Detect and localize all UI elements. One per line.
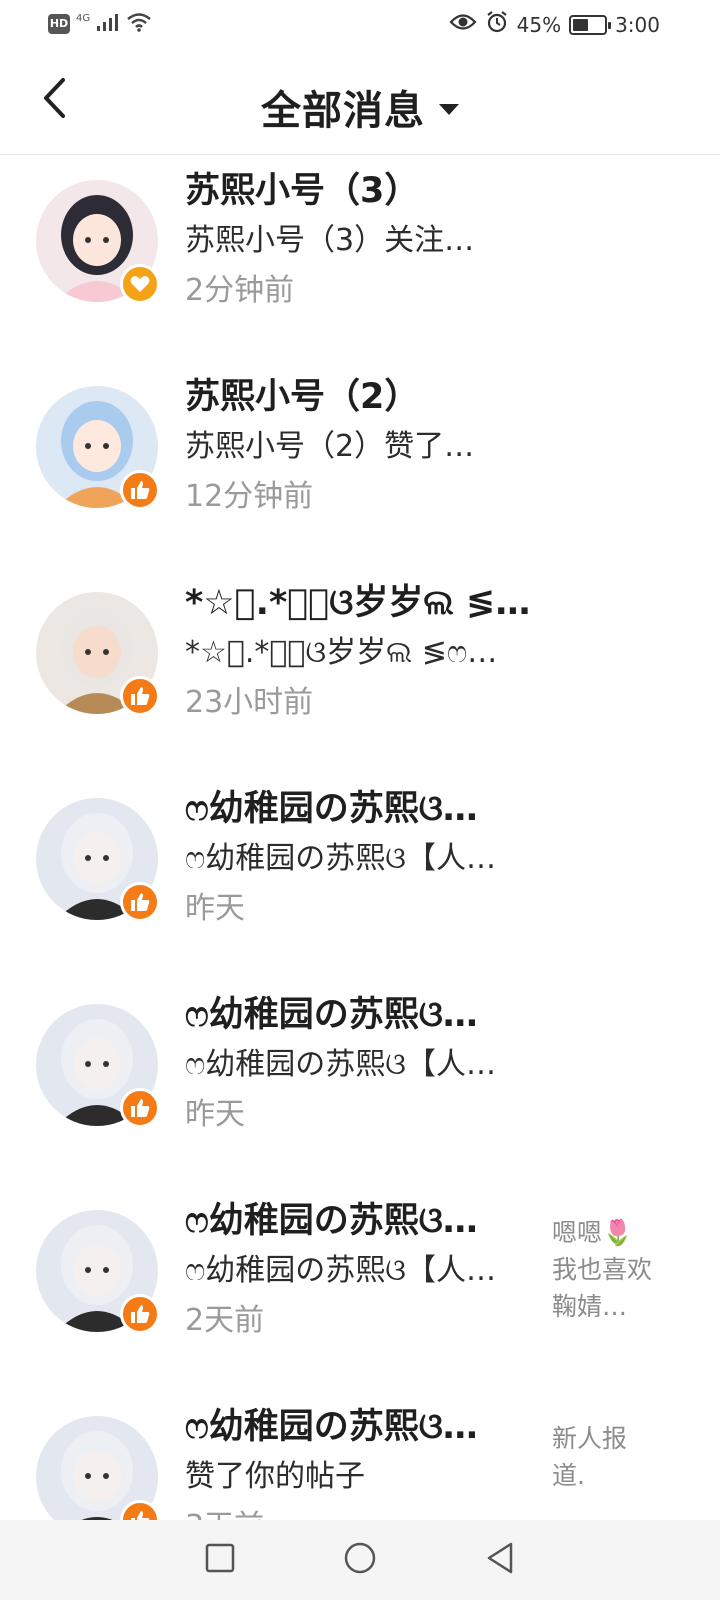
sender-name: *☆ﾟ.*･｡ଓ岁岁ଲ ≶… — [185, 583, 531, 623]
signal-icon — [96, 12, 120, 36]
message-item[interactable]: *☆ﾟ.*･｡ଓ岁岁ଲ ≶… *☆ﾟ.*･｡ଓ岁岁ଲ ≶ෆ… 23小时前 — [0, 568, 720, 774]
message-text: *☆ﾟ.*･｡ଓ岁岁ଲ ≶… *☆ﾟ.*･｡ଓ岁岁ଲ ≶ෆ… 23小时前 — [185, 578, 535, 728]
message-item[interactable]: 苏熙小号（2） 苏熙小号（2）赞了… 12分钟前 — [0, 362, 720, 568]
home-icon — [343, 1541, 377, 1579]
post-preview[interactable]: 新人报 道. — [552, 1420, 692, 1494]
heart-badge-icon — [120, 264, 160, 304]
hd-badge: HD — [48, 14, 70, 34]
message-time: 12分钟前 — [185, 479, 314, 514]
message-time: 23小时前 — [185, 685, 314, 720]
recent-apps-button[interactable] — [198, 1538, 242, 1582]
post-preview[interactable]: 嗯嗯🌷 我也喜欢 鞠婧… — [552, 1214, 692, 1325]
home-button[interactable] — [338, 1538, 382, 1582]
avatar-container[interactable] — [36, 1210, 160, 1334]
avatar-container[interactable] — [36, 1004, 160, 1128]
message-description: ෆ幼稚园の苏熙ଓ【人… — [185, 1047, 496, 1082]
message-description: 赞了你的帖子 — [185, 1459, 365, 1494]
sender-name: ෆ幼稚园の苏熙ଓ… — [185, 789, 478, 829]
message-description: 苏熙小号（3）关注… — [185, 223, 475, 258]
sender-name: ෆ幼稚园の苏熙ଓ… — [185, 1201, 478, 1241]
network-label: 4G — [76, 12, 91, 24]
message-time: 2分钟前 — [185, 273, 295, 308]
message-text: ෆ幼稚园の苏熙ଓ… ෆ幼稚园の苏熙ଓ【人… 昨天 — [185, 990, 535, 1140]
recent-apps-icon — [204, 1542, 236, 1578]
nav-back-button[interactable] — [478, 1538, 522, 1582]
system-nav-bar — [0, 1520, 720, 1600]
like-badge-icon — [120, 882, 160, 922]
clock: 3:00 — [615, 12, 660, 37]
avatar-container[interactable] — [36, 592, 160, 716]
message-item[interactable]: 苏熙小号（3） 苏熙小号（3）关注… 2分钟前 — [0, 156, 720, 362]
header: 全部消息 — [0, 50, 720, 155]
status-bar: HD 4G 45% 3:00 — [0, 0, 720, 50]
message-item[interactable]: ෆ幼稚园の苏熙ଓ… ෆ幼稚园の苏熙ଓ【人… 昨天 — [0, 774, 720, 980]
message-time: 2天前 — [185, 1303, 265, 1338]
message-time: 昨天 — [185, 891, 245, 926]
message-item[interactable]: ෆ幼稚园の苏熙ଓ… ෆ幼稚园の苏熙ଓ【人… 昨天 — [0, 980, 720, 1186]
message-description: *☆ﾟ.*･｡ଓ岁岁ଲ ≶ෆ… — [185, 635, 498, 670]
battery-percent: 45% — [516, 12, 562, 37]
page-title: 全部消息 — [261, 88, 425, 134]
sender-name: ෆ幼稚园の苏熙ଓ… — [185, 1407, 478, 1447]
message-description: ෆ幼稚园の苏熙ଓ【人… — [185, 1253, 496, 1288]
like-badge-icon — [120, 1294, 160, 1334]
wifi-icon — [126, 12, 152, 36]
message-item[interactable]: ෆ幼稚园の苏熙ଓ… ෆ幼稚园の苏熙ଓ【人… 2天前 嗯嗯🌷 我也喜欢 鞠婧… — [0, 1186, 720, 1392]
avatar-container[interactable] — [36, 386, 160, 510]
message-description: 苏熙小号（2）赞了… — [185, 429, 475, 464]
message-text: 苏熙小号（3） 苏熙小号（3）关注… 2分钟前 — [185, 166, 535, 316]
screen: HD 4G 45% 3:00 全部消息 苏熙小号（3） 苏熙小号（3）关注… 2… — [0, 0, 720, 1600]
eye-icon — [449, 12, 477, 37]
back-icon — [484, 1541, 516, 1579]
status-right: 45% 3:00 — [449, 10, 660, 39]
message-text: ෆ幼稚园の苏熙ଓ… ෆ幼稚园の苏熙ଓ【人… 昨天 — [185, 784, 535, 934]
message-text: ෆ幼稚园の苏熙ଓ… ෆ幼稚园の苏熙ଓ【人… 2天前 — [185, 1196, 535, 1346]
title-dropdown[interactable]: 全部消息 — [0, 78, 720, 136]
sender-name: 苏熙小号（3） — [185, 171, 420, 211]
message-text: 苏熙小号（2） 苏熙小号（2）赞了… 12分钟前 — [185, 372, 535, 522]
status-left: HD 4G — [48, 12, 152, 36]
avatar-container[interactable] — [36, 180, 160, 304]
like-badge-icon — [120, 676, 160, 716]
sender-name: 苏熙小号（2） — [185, 377, 420, 417]
message-time: 昨天 — [185, 1097, 245, 1132]
avatar-container[interactable] — [36, 798, 160, 922]
sender-name: ෆ幼稚园の苏熙ଓ… — [185, 995, 478, 1035]
message-list: 苏熙小号（3） 苏熙小号（3）关注… 2分钟前苏熙小号（2） 苏熙小号（2）赞了… 12… — [0, 156, 720, 1598]
alarm-icon — [485, 10, 509, 39]
triangle-down-icon — [439, 103, 459, 115]
battery-fill — [573, 18, 589, 31]
battery-icon — [569, 14, 612, 35]
like-badge-icon — [120, 470, 160, 510]
like-badge-icon — [120, 1088, 160, 1128]
message-description: ෆ幼稚园の苏熙ଓ【人… — [185, 841, 496, 876]
